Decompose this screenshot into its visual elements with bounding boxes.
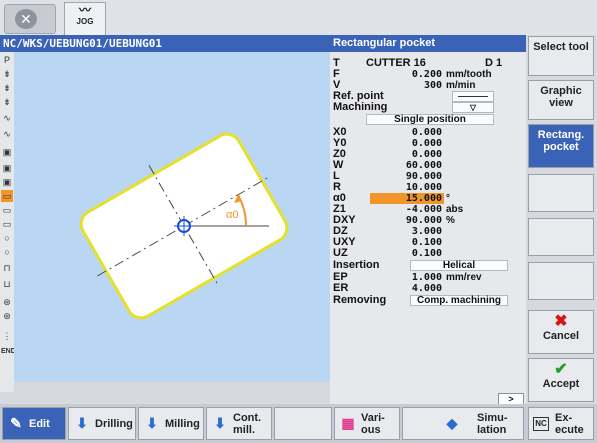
- cancel-softkey[interactable]: ✖ Cancel: [528, 310, 594, 354]
- param-row-dxy[interactable]: DXY 90.000 %: [330, 215, 526, 227]
- circular-pattern-icon[interactable]: ⊛: [1, 310, 13, 322]
- contour-milling-icon: ⬇: [214, 415, 226, 431]
- tool-name[interactable]: CUTTER 16: [366, 58, 426, 69]
- param-row-dz[interactable]: DZ 3.000: [330, 226, 526, 238]
- jog-label: JOG: [76, 17, 94, 26]
- tool-edge[interactable]: D 1: [485, 58, 502, 69]
- cycle-title: Rectangular pocket: [330, 35, 526, 52]
- circle-pocket-step-icon[interactable]: ○: [1, 246, 13, 258]
- param-row-machining[interactable]: Machining ▽: [330, 102, 526, 113]
- param-row-r[interactable]: R 10.000: [330, 182, 526, 194]
- alpha0-input[interactable]: 15.000: [370, 193, 444, 204]
- param-row-z1[interactable]: Z1 -4.000 abs: [330, 204, 526, 216]
- rect-pocket-step-icon[interactable]: ▭: [1, 218, 13, 230]
- param-row-y0[interactable]: Y0 0.000: [330, 138, 526, 150]
- simulation-icon: ◆: [446, 415, 458, 431]
- groove-step-icon[interactable]: ⊔: [1, 278, 13, 290]
- program-header-step[interactable]: P: [1, 54, 13, 66]
- param-row-x0[interactable]: X0 0.000: [330, 127, 526, 139]
- insertion-selector[interactable]: Helical: [410, 260, 508, 271]
- parameter-panel: T CUTTER 16 D 1 F 0.200 mm/tooth V 300 m…: [330, 52, 526, 405]
- contour-step-icon[interactable]: ∿: [1, 112, 13, 124]
- ref-point-icon: [458, 95, 488, 97]
- edit-hkey[interactable]: ✎ Edit: [2, 407, 66, 440]
- rect-pocket-step-icon[interactable]: ▭: [1, 204, 13, 216]
- edit-icon: ✎: [10, 415, 22, 431]
- drilling-icon: ⬇: [76, 415, 88, 431]
- select-tool-softkey[interactable]: Select tool: [528, 36, 594, 76]
- graphic-footer: [14, 382, 330, 404]
- pocket-graphic: α0: [79, 132, 289, 320]
- jog-icon: 〰: [78, 3, 91, 17]
- softkey-empty-6[interactable]: [528, 262, 594, 300]
- param-row-position[interactable]: Single position: [330, 114, 526, 125]
- drill-step-icon[interactable]: ⇟: [1, 82, 13, 94]
- various-icon: ▦: [341, 415, 355, 431]
- program-path: NC/WKS/UEBUNG01/UEBUNG01: [0, 35, 330, 52]
- param-row-t[interactable]: T CUTTER 16 D 1: [330, 58, 526, 69]
- param-row-uxy[interactable]: UXY 0.100: [330, 237, 526, 249]
- position-mode-selector[interactable]: Single position: [366, 114, 494, 125]
- milling-hkey[interactable]: ⬇ Milling: [138, 407, 204, 440]
- milling-icon: ⬇: [146, 415, 158, 431]
- groove-step-icon[interactable]: ⊓: [1, 262, 13, 274]
- circle-pocket-step-icon[interactable]: ○: [1, 232, 13, 244]
- param-row-l[interactable]: L 90.000: [330, 171, 526, 183]
- pocket-step-icon[interactable]: ▣: [1, 176, 13, 188]
- rect-pocket-step-icon[interactable]: ▭: [1, 190, 13, 202]
- accept-softkey[interactable]: ✔ Accept: [528, 358, 594, 402]
- rectang-pocket-softkey[interactable]: Rectang. pocket: [528, 124, 594, 168]
- graphic-view: α0: [14, 52, 330, 382]
- softkey-empty-4[interactable]: [528, 174, 594, 212]
- machining-selector[interactable]: ▽: [452, 102, 494, 113]
- contour-step-icon[interactable]: ∿: [1, 128, 13, 140]
- nc-icon: NC: [533, 417, 549, 431]
- param-row-w[interactable]: W 60.000: [330, 160, 526, 172]
- graphic-view-softkey[interactable]: Graphic view: [528, 80, 594, 120]
- drilling-hkey[interactable]: ⬇ Drilling: [68, 407, 136, 440]
- param-row-er[interactable]: ER 4.000: [330, 283, 526, 295]
- end-step-icon[interactable]: END: [1, 346, 16, 358]
- cont-mill-hkey[interactable]: ⬇ Cont. mill.: [206, 407, 272, 440]
- program-steps-bar: P ⇟ ⇟ ⇟ ∿ ∿ ▣ ▣ ▣ ▭ ▭ ▭ ○ ○ ⊓ ⊔ ⊛ ⊛ ⋮ EN…: [0, 52, 16, 392]
- execute-hkey[interactable]: NC Ex- ecute: [528, 407, 594, 440]
- param-row-uz[interactable]: UZ 0.100: [330, 248, 526, 260]
- cancel-x-icon: ✖: [554, 313, 568, 330]
- grid-pattern-icon[interactable]: ⋮: [1, 330, 13, 342]
- jog-mode-indicator[interactable]: 〰 JOG: [64, 2, 106, 36]
- pocket-step-icon[interactable]: ▣: [1, 146, 13, 158]
- close-circle-icon: ✕: [15, 9, 37, 29]
- param-row-z0[interactable]: Z0 0.000: [330, 149, 526, 161]
- mode-button[interactable]: ✕: [4, 4, 56, 34]
- accept-check-icon: ✔: [554, 361, 568, 378]
- param-row-insertion[interactable]: Insertion Helical: [330, 260, 526, 271]
- circular-pattern-icon[interactable]: ⊛: [1, 296, 13, 308]
- param-row-removing[interactable]: Removing Comp. machining: [330, 295, 526, 306]
- param-row-alpha0[interactable]: α0 15.000 °: [330, 193, 526, 204]
- simulation-hkey[interactable]: ◆ Simu- lation: [402, 407, 524, 440]
- pocket-step-icon[interactable]: ▣: [1, 162, 13, 174]
- removing-selector[interactable]: Comp. machining: [410, 295, 508, 306]
- hkey-empty[interactable]: [274, 407, 332, 440]
- param-row-f[interactable]: F 0.200 mm/tooth: [330, 69, 526, 81]
- angle-label: α0: [226, 209, 238, 221]
- param-row-ep[interactable]: EP 1.000 mm/rev: [330, 272, 526, 284]
- various-hkey[interactable]: ▦ Vari- ous: [334, 407, 400, 440]
- drill-step-icon[interactable]: ⇟: [1, 68, 13, 80]
- drill-step-icon[interactable]: ⇟: [1, 96, 13, 108]
- softkey-empty-5[interactable]: [528, 218, 594, 256]
- roughing-icon: ▽: [469, 103, 477, 112]
- top-bar: ✕ 〰 JOG: [0, 0, 597, 36]
- ref-point-selector[interactable]: [452, 91, 494, 102]
